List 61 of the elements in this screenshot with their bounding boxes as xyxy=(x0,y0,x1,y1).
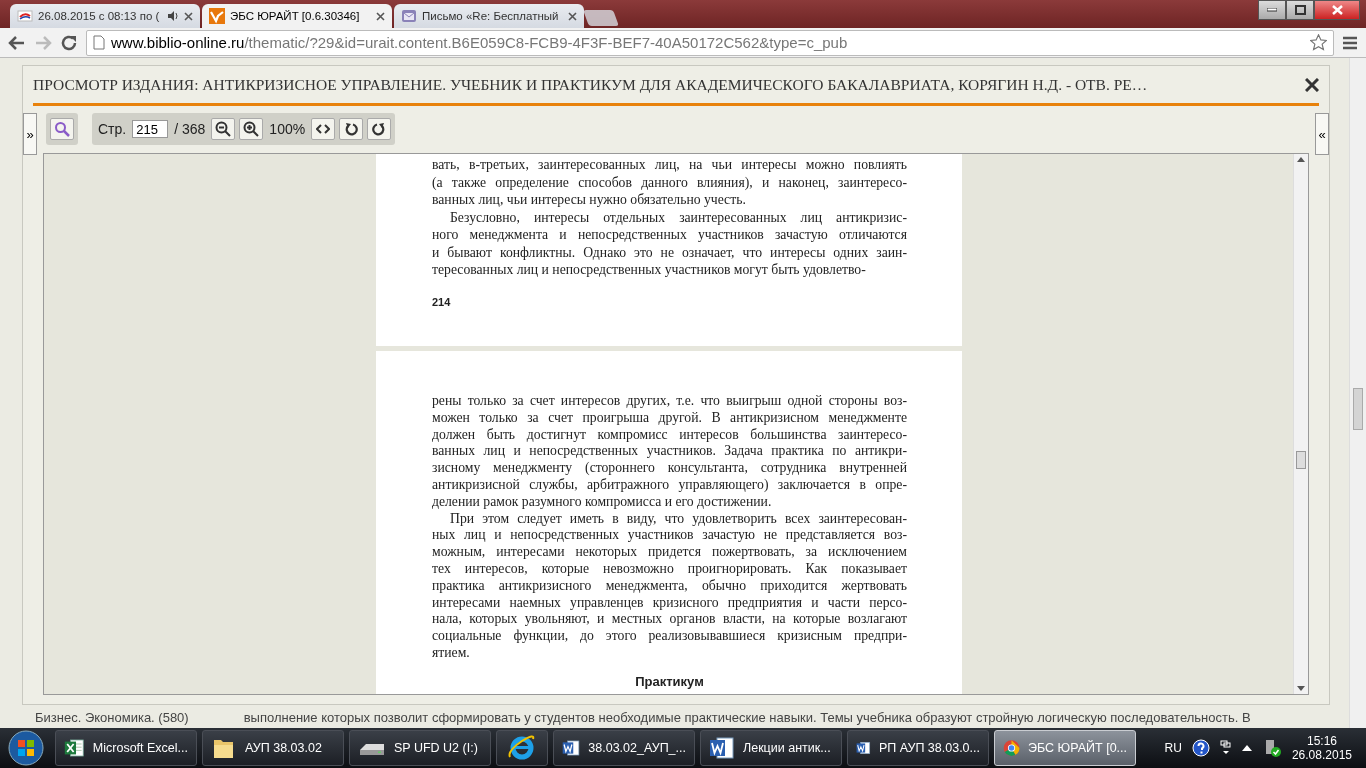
browser-tab[interactable]: 26.08.2015 с 08:13 по ( xyxy=(10,4,200,28)
scroll-down-icon[interactable] xyxy=(1297,686,1305,691)
chevrons-icon[interactable] xyxy=(316,124,331,134)
browser-tab[interactable]: ЭБС ЮРАЙТ [0.6.30346] xyxy=(202,4,392,28)
scroll-up-icon[interactable] xyxy=(1297,157,1305,162)
menu-icon[interactable] xyxy=(1342,35,1358,50)
back-icon[interactable] xyxy=(8,34,26,51)
help-icon[interactable] xyxy=(1191,739,1210,757)
taskbar-button[interactable]: ЭБС ЮРАЙТ [0... xyxy=(994,730,1136,766)
language-indicator[interactable]: RU xyxy=(1164,741,1182,755)
close-icon[interactable] xyxy=(376,11,385,21)
new-tab-button[interactable] xyxy=(583,10,619,26)
minimize-icon[interactable] xyxy=(1267,8,1277,12)
taskbar-button[interactable]: SP UFD U2 (I:) xyxy=(349,730,491,766)
taskbar-button[interactable]: АУП 38.03.02 xyxy=(202,730,344,766)
rotate-right-button[interactable] xyxy=(367,118,392,140)
scrollbar[interactable] xyxy=(1293,154,1308,694)
paragraph: Безусловно, интересы отдельных заинтересованных лиц антикризис- ного менеджмента и непосредственных участников зачастую отличаются и бывают конфликтны. Однако это не означает, что интересы одних заин- тересованных лиц и непосредственных участников могут быть удовлетво- xyxy=(432,208,907,279)
description-text: выполнение которых позволит сформировать у студентов необходимые практические навыки. Темы учебника образуют стройную логическую последовательность. В xyxy=(243,710,1251,725)
expand-left-button[interactable]: » xyxy=(23,113,37,155)
page-number: 214 xyxy=(432,294,451,310)
rotate-left-icon[interactable] xyxy=(344,122,359,136)
close-icon[interactable] xyxy=(568,11,577,21)
minimize-button[interactable] xyxy=(1258,0,1286,20)
maximize-icon[interactable] xyxy=(1294,5,1306,15)
taskbar-button[interactable]: РП АУП 38.03.0... xyxy=(847,730,989,766)
close-button[interactable] xyxy=(1314,0,1360,20)
taskbar-button[interactable]: 38.03.02_АУП_... xyxy=(553,730,695,766)
close-icon[interactable] xyxy=(184,11,193,21)
address-field[interactable]: www.biblio-online.ru/thematic/?29&id=urait.content.B6E059C8-FCB9-4F3F-BEF7-40A50172C562&type=c_pub xyxy=(86,29,1334,56)
taskbar-button[interactable]: Microsoft Excel... xyxy=(55,730,197,766)
rotate-right-icon[interactable] xyxy=(372,122,387,136)
paragraph: вать, в-третьих, заинтересованных лиц, на чьи интересы можно повлиять (а также определение способов данного влияния), и наконец, заинтересо- ванных лиц, чьи интересы нужно обязательно учесть. xyxy=(432,156,907,209)
section-heading: Практикум xyxy=(635,673,704,689)
paragraph: При этом следует иметь в виду, что удовлетворить всех заинтересован- ных лиц и непосредственных участников зачастую не представляется воз- можным, интересами некоторых придется пожертвовать, за исключением тех интересов, которые невозможно проигнорировать. Как показывает практика антикризисного менеджмента, обычно приходится жертвовать интересами наемных управленцев кризисного предприятия и части персо- нала, которых увольняют, и местных органов власти, на которые возлагают социальные функции, до этого реализовывавшиеся кризисным предпри- ятием. xyxy=(432,510,907,662)
document-icon xyxy=(709,735,735,761)
maximize-button[interactable] xyxy=(1286,0,1314,20)
fit-width-button[interactable] xyxy=(311,118,336,140)
clock[interactable]: 15:16 26.08.2015 xyxy=(1291,734,1352,762)
scroll-thumb[interactable] xyxy=(1296,451,1306,469)
scroll-thumb[interactable] xyxy=(1353,388,1363,430)
page-label: Стр. xyxy=(98,121,127,137)
page-number-field[interactable]: 215 xyxy=(132,120,169,138)
rotate-left-button[interactable] xyxy=(339,118,364,140)
taskbar-button[interactable] xyxy=(496,730,548,766)
site-favicon-icon xyxy=(17,8,33,24)
browser-scrollbar[interactable] xyxy=(1349,58,1366,728)
expand-right-button[interactable]: « xyxy=(1315,113,1329,155)
page-icon xyxy=(93,35,105,50)
paragraph: рены только за счет интересов других, т.е. что выигрыш одной стороны воз- можен только за счет проигрыша другой. В антикризисном менеджменте должен быть достигнут компромисс интересов большинства заинтересо- ванных лиц и непосредственных участников. Задача практика по антикри- зисному менеджменту (стороннего консультанта, сотрудника внутренней антикризисной службы, арбитражного управляющего) заключается в опре- делении рамок разумного компромисса и его достижении. xyxy=(432,393,907,511)
browser-tab[interactable]: Письмо «Re: Бесплатный xyxy=(394,4,584,28)
zoom-level: 100% xyxy=(269,121,306,137)
viewer-title: ПРОСМОТР ИЗДАНИЯ: АНТИКРИЗИСНОЕ УПРАВЛЕНИЕ. УЧЕБНИК И ПРАКТИКУМ ДЛЯ АКАДЕМИЧЕСКОГО БАКАЛАВРИАТА, КОРЯГИН Н.Д. - ОТВ. РЕ… xyxy=(33,75,1148,94)
close-icon[interactable] xyxy=(1305,77,1319,92)
page-total: / 368 xyxy=(174,121,206,137)
star-icon[interactable] xyxy=(1310,34,1327,51)
show-hidden-icon[interactable] xyxy=(1241,744,1252,752)
reload-icon[interactable] xyxy=(60,33,78,52)
taskbar-button[interactable]: Лекции антик... xyxy=(700,730,842,766)
category-text: Бизнес. Экономика. (580) xyxy=(35,710,189,725)
envelope-icon xyxy=(401,8,417,24)
